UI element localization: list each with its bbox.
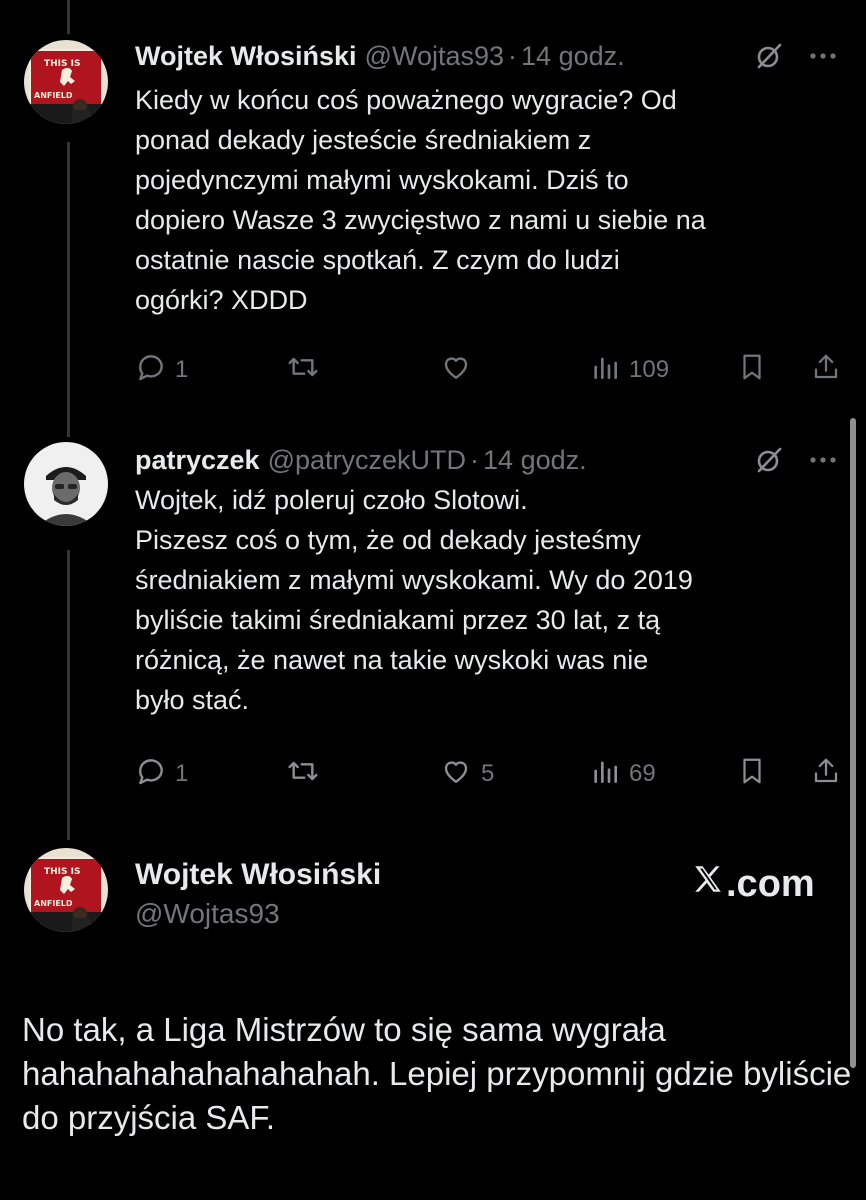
like-button[interactable] [439,350,481,390]
thread-line-1 [67,142,70,437]
tweet-actions: 1 109 [135,350,841,390]
views-button[interactable]: 69 [589,754,656,794]
views-count: 109 [629,356,670,383]
bookmark-icon [737,351,767,390]
x-logo-icon [690,862,726,906]
svg-text:THIS IS: THIS IS [44,867,80,877]
like-icon [439,351,473,390]
grok-icon[interactable] [754,41,784,71]
svg-text:ANFIELD: ANFIELD [34,91,73,100]
timestamp[interactable]: 14 godz. [521,41,625,72]
x-com-logo: .com [690,862,815,906]
reply-icon [135,755,167,794]
tweet-text: Wojtek, idź poleruj czoło Slotowi. Pisze… [135,485,693,715]
share-icon [811,755,841,794]
avatar[interactable]: THIS IS ANFIELD [24,848,108,932]
author-name[interactable]: patryczek [135,445,260,476]
timestamp[interactable]: 14 godz. [483,445,587,476]
views-count: 69 [629,760,656,787]
thread-line-top [67,0,70,34]
share-button[interactable] [811,754,841,794]
views-icon [589,351,621,390]
views-icon [589,755,621,794]
author-handle[interactable]: @Wojtas93 [365,41,504,72]
author-handle[interactable]: @Wojtas93 [135,898,280,930]
like-count: 5 [481,760,495,787]
views-button[interactable]: 109 [589,350,669,390]
bookmark-icon [737,755,767,794]
reply-icon [135,351,167,390]
author-handle[interactable]: @patryczekUTD [268,445,466,476]
share-icon [811,351,841,390]
thread-line-2 [67,550,70,840]
like-icon [439,755,473,794]
tweet-header: patryczek @patryczekUTD · 14 godz. [135,440,836,480]
main-tweet-text: No tak, a Liga Mistrzów to się sama wygr… [22,1011,852,1136]
more-icon[interactable] [810,52,836,60]
svg-text:THIS IS: THIS IS [44,59,80,69]
scrollbar[interactable] [850,418,856,1068]
brand-text: .com [726,862,815,905]
separator-dot: · [470,444,480,475]
retweet-button[interactable] [285,350,329,390]
reply-count: 1 [175,760,189,787]
retweet-button[interactable] [285,754,329,794]
reply-button[interactable]: 1 [135,350,188,390]
grok-icon[interactable] [754,445,784,475]
avatar[interactable]: THIS IS ANFIELD [24,40,108,124]
reply-button[interactable]: 1 [135,754,188,794]
separator-dot: · [508,40,518,71]
retweet-icon [285,755,321,794]
tweet-actions: 1 5 69 [135,754,841,794]
author-name[interactable]: Wojtek Włosiński [135,41,357,72]
tweet-header: Wojtek Włosiński @Wojtas93 · 14 godz. [135,36,836,76]
author-name[interactable]: Wojtek Włosiński [135,858,381,892]
bookmark-button[interactable] [737,350,767,390]
share-button[interactable] [811,350,841,390]
reply-count: 1 [175,356,189,383]
svg-text:ANFIELD: ANFIELD [34,899,73,908]
bookmark-button[interactable] [737,754,767,794]
retweet-icon [285,351,321,390]
avatar[interactable] [24,442,108,526]
like-button[interactable]: 5 [439,754,494,794]
tweet-text: Kiedy w końcu coś poważnego wygracie? Od… [135,85,706,315]
more-icon[interactable] [810,456,836,464]
